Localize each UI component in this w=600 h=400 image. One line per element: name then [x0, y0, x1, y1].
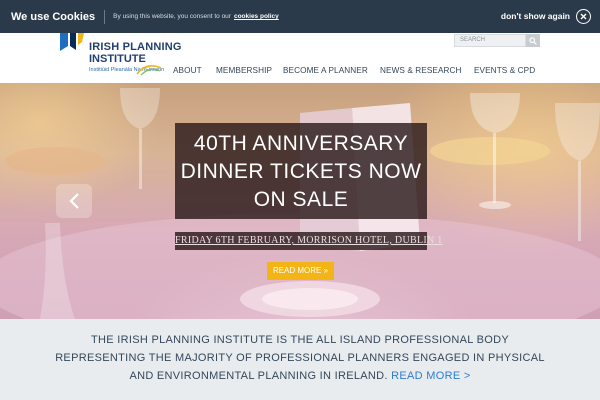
logo-mark-icon [60, 33, 84, 51]
logo-swoosh-icon [136, 64, 162, 76]
site-header: IRISH PLANNING INSTITUTE Institiúid Plea… [0, 33, 600, 83]
search-input[interactable]: SEARCH [454, 34, 526, 47]
carousel-prev-button[interactable] [56, 184, 92, 218]
intro-line-3-text: AND ENVIRONMENTAL PLANNING IN IRELAND. [129, 370, 388, 382]
nav-membership[interactable]: MEMBERSHIP [216, 66, 272, 75]
cookie-bar: We use Cookies By using this website, yo… [0, 0, 600, 33]
nav-about[interactable]: ABOUT [173, 66, 202, 75]
hero-title-line-1: 40TH ANNIVERSARY [193, 132, 409, 155]
hero-read-more-button[interactable]: READ MORE » [267, 262, 334, 280]
nav-events-cpd[interactable]: EVENTS & CPD [474, 66, 535, 75]
intro-read-more-link[interactable]: READ MORE > [391, 370, 470, 382]
nav-become-a-planner[interactable]: BECOME A PLANNER [283, 66, 368, 75]
close-icon[interactable] [576, 9, 591, 24]
search-icon [529, 36, 537, 45]
search-button[interactable] [526, 34, 540, 47]
logo-text-line-1: IRISH PLANNING [89, 41, 182, 53]
cookie-title: We use Cookies [11, 10, 96, 23]
nav-news-research[interactable]: NEWS & RESEARCH [380, 66, 462, 75]
hero-title-line-2: DINNER TICKETS NOW [180, 160, 422, 183]
intro-section: THE IRISH PLANNING INSTITUTE IS THE ALL … [0, 319, 600, 400]
cookie-divider [104, 9, 106, 24]
hero-title-line-3: ON SALE [253, 188, 349, 211]
site-logo[interactable]: IRISH PLANNING INSTITUTE Institiúid Plea… [58, 33, 193, 83]
dont-show-again-link[interactable]: don't show again [501, 11, 570, 21]
intro-line-2: REPRESENTING THE MAJORITY OF PROFESSIONA… [55, 352, 545, 364]
chevron-left-icon [69, 193, 79, 209]
intro-line-1: THE IRISH PLANNING INSTITUTE IS THE ALL … [91, 334, 509, 346]
hero-subtitle-link[interactable]: FRIDAY 6TH FEBRUARY, MORRISON HOTEL, DUB… [175, 232, 442, 250]
cookie-text: By using this website, you consent to ou… [113, 13, 231, 20]
intro-line-3: AND ENVIRONMENTAL PLANNING IN IRELAND. R… [0, 370, 600, 382]
cookies-policy-link[interactable]: cookies policy [234, 13, 279, 20]
